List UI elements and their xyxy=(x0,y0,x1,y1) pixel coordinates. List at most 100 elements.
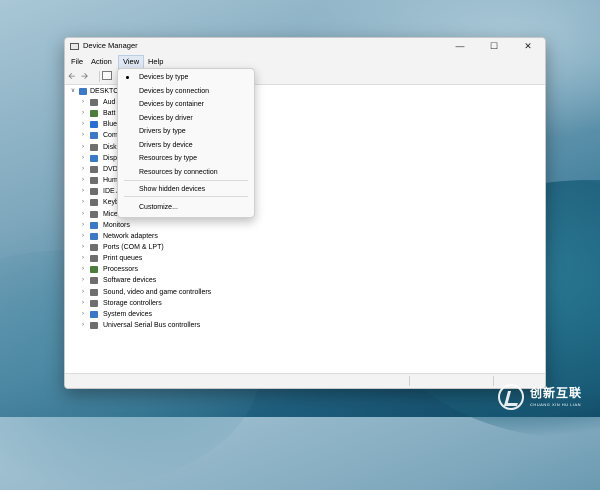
keyboard-icon xyxy=(90,199,98,207)
selected-bullet-icon xyxy=(126,76,129,79)
software-icon xyxy=(90,277,98,285)
disk-icon xyxy=(90,143,98,151)
chevron-right-icon[interactable]: › xyxy=(80,197,86,208)
chevron-right-icon[interactable]: › xyxy=(80,119,86,130)
menu-view[interactable]: View xyxy=(118,55,145,69)
view-menu-item-label: Drivers by device xyxy=(139,142,193,149)
chevron-right-icon[interactable]: › xyxy=(80,209,86,220)
watermark-subtext: CHUANG XIN HU LIAN xyxy=(530,402,582,407)
view-menu-item[interactable]: Devices by connection xyxy=(118,85,254,98)
view-menu-dropdown: Devices by type Devices by connection Devi… xyxy=(117,68,255,218)
chevron-right-icon[interactable]: › xyxy=(80,108,86,119)
tree-item-label: Universal Serial Bus controllers xyxy=(103,322,201,329)
menu-separator xyxy=(124,196,248,197)
view-menu-item-label: Customize... xyxy=(139,204,178,211)
storage-icon xyxy=(90,299,98,307)
device-manager-app-icon xyxy=(70,43,79,50)
tree-root-label: DESKTO xyxy=(90,88,119,95)
chevron-right-icon[interactable]: › xyxy=(80,320,86,331)
tree-item-label: Network adapters xyxy=(103,232,158,240)
chevron-right-icon[interactable]: › xyxy=(80,164,86,175)
tree-item-label: Software devices xyxy=(103,277,157,285)
menu-bar: File Action View Help xyxy=(65,55,545,69)
view-menu-item-label: Devices by connection xyxy=(139,88,210,95)
window-title: Device Manager xyxy=(83,41,138,50)
watermark: 创新互联 CHUANG XIN HU LIAN xyxy=(498,382,600,416)
status-bar xyxy=(65,373,545,388)
tree-item-label: Batt xyxy=(103,110,116,118)
view-menu-item[interactable]: Devices by type xyxy=(118,71,254,84)
view-menu-item[interactable]: Devices by driver xyxy=(118,112,254,125)
chevron-right-icon[interactable]: › xyxy=(80,175,86,186)
printer-icon xyxy=(90,255,98,263)
view-menu-item[interactable]: Devices by container xyxy=(118,98,254,111)
maximize-icon: ☐ xyxy=(489,41,499,51)
tree-item-label: Com xyxy=(103,132,118,140)
display-icon xyxy=(90,154,98,162)
menu-action[interactable]: Action xyxy=(87,56,116,68)
chevron-right-icon[interactable]: › xyxy=(80,142,86,153)
sound-icon xyxy=(90,288,98,296)
tree-item-label: Storage controllers xyxy=(103,299,162,307)
chevron-right-icon[interactable]: › xyxy=(80,253,86,264)
chevron-right-icon[interactable]: › xyxy=(80,309,86,320)
view-menu-item-label: Devices by type xyxy=(139,74,189,81)
chevron-right-icon[interactable]: › xyxy=(80,220,86,231)
status-segment xyxy=(409,376,410,386)
audio-icon xyxy=(90,99,98,106)
view-menu-item-label: Resources by type xyxy=(139,155,197,162)
chevron-right-icon[interactable]: › xyxy=(80,264,86,275)
chevron-right-icon[interactable]: › xyxy=(80,231,86,242)
title-bar[interactable]: Device Manager — ☐ ✕ xyxy=(65,38,545,55)
chevron-right-icon[interactable]: › xyxy=(80,97,86,108)
battery-icon xyxy=(90,110,98,118)
mouse-icon xyxy=(90,210,98,218)
close-button[interactable]: ✕ xyxy=(511,38,545,55)
view-menu-item[interactable]: Drivers by device xyxy=(118,139,254,152)
minimize-icon: — xyxy=(455,41,465,51)
port-icon xyxy=(90,243,98,251)
tree-item-label: Disp xyxy=(103,154,118,162)
ide-icon xyxy=(90,188,98,196)
view-menu-item[interactable]: Resources by type xyxy=(118,152,254,165)
chevron-right-icon[interactable]: › xyxy=(80,275,86,286)
properties-icon[interactable] xyxy=(102,71,112,80)
view-menu-item-label: Devices by container xyxy=(139,101,204,108)
tree-item-label: Aud xyxy=(103,99,116,106)
minimize-button[interactable]: — xyxy=(443,38,477,55)
processor-icon xyxy=(90,266,98,274)
close-icon: ✕ xyxy=(524,41,532,51)
tree-item-label: Ports (COM & LPT) xyxy=(103,243,164,251)
view-menu-item[interactable]: Resources by connection xyxy=(118,166,254,179)
tree-item-label: Blue xyxy=(103,121,118,129)
menu-file[interactable]: File xyxy=(67,56,87,68)
tree-item-label: System devices xyxy=(103,310,153,318)
tree-item-label: Print queues xyxy=(103,255,143,263)
bluetooth-icon xyxy=(90,121,98,129)
tree-item-label: DVD xyxy=(103,165,118,173)
menu-help[interactable]: Help xyxy=(144,56,167,68)
chevron-down-icon[interactable]: ∨ xyxy=(70,86,76,97)
view-menu-item-label: Resources by connection xyxy=(139,169,218,176)
view-menu-item[interactable]: Customize... xyxy=(118,201,254,214)
view-menu-item[interactable]: Show hidden devices xyxy=(118,183,254,196)
chevron-right-icon[interactable]: › xyxy=(80,130,86,141)
view-menu-item[interactable]: Drivers by type xyxy=(118,125,254,138)
menu-separator xyxy=(124,180,248,181)
chevron-right-icon[interactable]: › xyxy=(80,287,86,298)
tree-item-label: Hum xyxy=(103,177,118,185)
chevron-right-icon[interactable]: › xyxy=(80,242,86,253)
chevron-right-icon[interactable]: › xyxy=(80,186,86,197)
usb-icon xyxy=(90,322,98,329)
dvd-icon xyxy=(90,165,98,173)
maximize-button[interactable]: ☐ xyxy=(477,38,511,55)
chevron-right-icon[interactable]: › xyxy=(80,298,86,309)
tree-item-label: Sound, video and game controllers xyxy=(103,288,212,296)
monitor-icon xyxy=(90,221,98,229)
forward-arrow-icon[interactable]: 🡪 xyxy=(81,71,88,81)
network-icon xyxy=(90,232,98,240)
back-arrow-icon[interactable]: 🡨 xyxy=(68,71,75,81)
computer-icon xyxy=(79,88,87,95)
tree-item-label: Processors xyxy=(103,266,139,274)
chevron-right-icon[interactable]: › xyxy=(80,153,86,164)
